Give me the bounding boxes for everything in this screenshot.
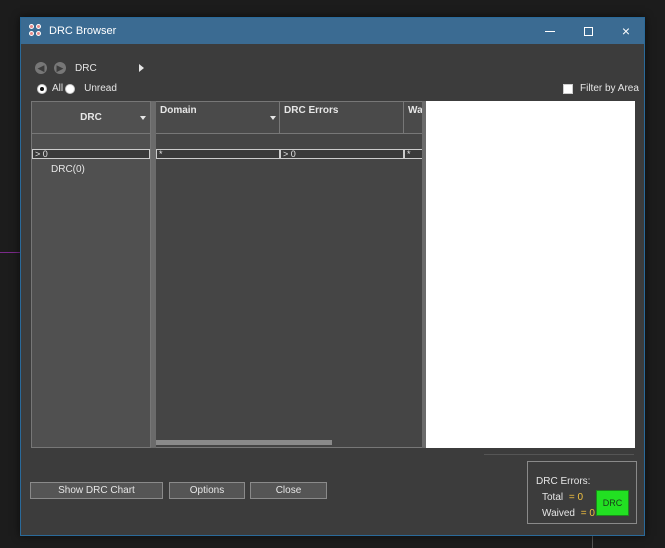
column-header-label: Domain <box>160 105 197 116</box>
dropdown-arrow-icon[interactable] <box>140 116 146 120</box>
summary-title: DRC Errors: <box>536 476 591 487</box>
tree-header-label: DRC <box>80 112 102 123</box>
tree-filter-input[interactable]: > 0 <box>32 149 150 159</box>
column-header-label: DRC Errors <box>284 105 339 116</box>
all-radio-label[interactable]: All <box>52 83 63 94</box>
close-window-button[interactable]: × <box>607 18 645 44</box>
close-button[interactable]: Close <box>250 482 327 499</box>
maximize-icon <box>583 26 593 36</box>
arrow-left-icon: ◀ <box>37 63 45 73</box>
total-row: Total = 0 <box>542 492 583 503</box>
tree-column-header[interactable]: DRC <box>32 102 150 134</box>
column-header-label: Wa <box>408 105 422 116</box>
arrow-right-icon: ▶ <box>56 63 64 73</box>
horizontal-scrollbar[interactable] <box>156 440 332 445</box>
maximize-button[interactable] <box>569 18 607 44</box>
preview-pane[interactable] <box>426 101 635 448</box>
app-icon <box>29 24 43 38</box>
options-button[interactable]: Options <box>169 482 245 499</box>
unread-radio[interactable] <box>65 83 76 94</box>
waived-value: = 0 <box>580 508 595 519</box>
filter-by-area-label[interactable]: Filter by Area <box>580 83 639 94</box>
breadcrumb-expand-icon[interactable] <box>139 64 144 72</box>
total-label: Total <box>542 492 564 503</box>
column-header-domain[interactable]: Domain <box>156 102 280 134</box>
filter-by-area-checkbox[interactable] <box>563 83 573 94</box>
breadcrumb[interactable]: DRC <box>75 63 97 74</box>
forward-button[interactable]: ▶ <box>54 62 66 74</box>
show-drc-chart-button[interactable]: Show DRC Chart <box>30 482 163 499</box>
divider <box>484 454 634 455</box>
title-bar[interactable]: DRC Browser × <box>21 18 644 44</box>
minimize-button[interactable] <box>531 18 569 44</box>
drc-status-badge[interactable]: DRC <box>596 490 629 516</box>
domain-filter-input[interactable]: * <box>156 149 280 159</box>
background-wire <box>592 535 593 548</box>
close-icon: × <box>621 23 631 39</box>
drc-grid-panel[interactable]: Domain DRC Errors Wa * > 0 * <box>156 101 422 448</box>
tree-item[interactable]: DRC(0) <box>51 164 85 175</box>
view-filter: All Unread <box>37 83 119 94</box>
all-radio[interactable] <box>37 83 47 94</box>
navigation-bar: ◀ ▶ DRC <box>35 61 97 75</box>
window-title: DRC Browser <box>49 25 117 37</box>
column-header-drc-errors[interactable]: DRC Errors <box>280 102 404 134</box>
filter-by-area: Filter by Area <box>563 83 639 94</box>
waived-filter-input[interactable]: * <box>404 149 422 159</box>
dropdown-arrow-icon[interactable] <box>270 116 276 120</box>
total-value: = 0 <box>568 492 584 503</box>
waived-row: Waived = 0 <box>542 508 595 519</box>
background-wire <box>0 252 20 253</box>
waived-label: Waived <box>542 508 575 519</box>
minimize-icon <box>545 30 555 32</box>
back-button[interactable]: ◀ <box>35 62 47 74</box>
unread-radio-label[interactable]: Unread <box>84 83 117 94</box>
drc-tree-panel[interactable]: DRC > 0 DRC(0) <box>31 101 151 448</box>
drc-errors-summary: DRC Errors: Total = 0 Waived = 0 DRC <box>527 461 637 524</box>
drc-browser-window: DRC Browser × ◀ ▶ DRC All Unread Filter … <box>20 17 645 536</box>
drc-errors-filter-input[interactable]: > 0 <box>280 149 404 159</box>
column-header-waived[interactable]: Wa <box>404 102 422 134</box>
